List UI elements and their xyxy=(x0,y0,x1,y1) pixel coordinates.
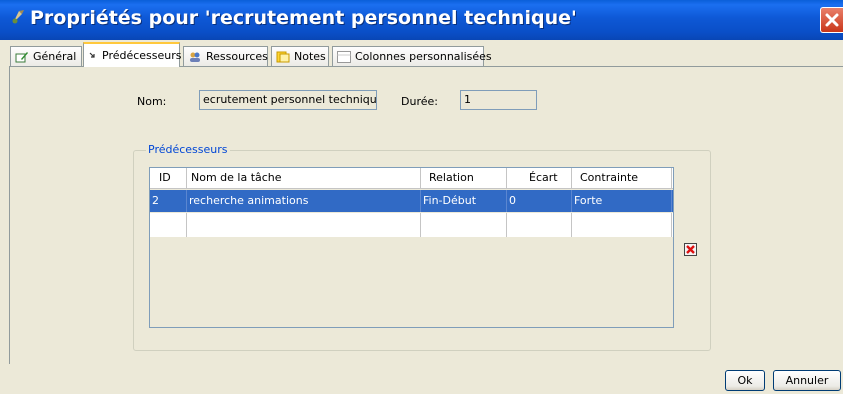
tab-label: Notes xyxy=(294,50,326,63)
close-button[interactable] xyxy=(820,7,843,33)
column-header-constraint[interactable]: Contrainte xyxy=(572,168,672,188)
column-header-id[interactable]: ID xyxy=(150,168,187,188)
cancel-button[interactable]: Annuler xyxy=(773,370,841,391)
tab-label: Prédécesseurs xyxy=(102,49,182,62)
duration-label: Durée: xyxy=(401,95,438,108)
columns-icon xyxy=(337,50,351,63)
tab-label: Ressources xyxy=(206,50,268,63)
cell-id[interactable] xyxy=(150,213,187,237)
column-header-gap[interactable]: Écart xyxy=(507,168,572,188)
close-icon xyxy=(825,13,839,27)
column-header-task-name[interactable]: Nom de la tâche xyxy=(187,168,421,188)
tab-predecessors[interactable]: Prédécesseurs xyxy=(83,42,182,67)
predecessors-group-title: Prédécesseurs xyxy=(146,143,230,156)
tab-resources[interactable]: Ressources xyxy=(183,46,268,66)
cell-relation[interactable] xyxy=(421,213,507,237)
delete-predecessor-button[interactable] xyxy=(684,243,697,256)
window-title: Propriétés pour 'recrutement personnel t… xyxy=(30,7,577,29)
cell-relation[interactable]: Fin-Début xyxy=(421,190,507,212)
table-row[interactable]: 2 recherche animations Fin-Début 0 Forte xyxy=(150,190,673,212)
cell-id[interactable]: 2 xyxy=(150,190,187,212)
ok-button[interactable]: Ok xyxy=(725,370,765,391)
tab-label: Général xyxy=(33,50,77,63)
predecessor-arrow-icon xyxy=(88,50,98,62)
cell-task-name[interactable] xyxy=(187,213,421,237)
tab-custom-columns[interactable]: Colonnes personnalisées xyxy=(332,46,492,66)
notes-icon xyxy=(276,51,290,63)
duration-field[interactable]: 1 xyxy=(460,90,537,110)
table-header: ID Nom de la tâche Relation Écart Contra… xyxy=(150,168,673,189)
cell-gap[interactable] xyxy=(507,213,572,237)
resources-icon xyxy=(188,51,202,63)
name-label: Nom: xyxy=(137,95,167,108)
title-bar: Propriétés pour 'recrutement personnel t… xyxy=(0,0,843,40)
column-header-relation[interactable]: Relation xyxy=(421,168,507,188)
delete-icon xyxy=(684,243,697,256)
cell-task-name[interactable]: recherche animations xyxy=(187,190,421,212)
cell-constraint[interactable] xyxy=(572,213,672,237)
cell-constraint[interactable]: Forte xyxy=(572,190,672,212)
tab-label: Colonnes personnalisées xyxy=(355,50,492,63)
predecessors-table[interactable]: ID Nom de la tâche Relation Écart Contra… xyxy=(149,167,674,328)
edit-icon xyxy=(15,51,29,63)
cell-gap[interactable]: 0 xyxy=(507,190,572,212)
tab-notes[interactable]: Notes xyxy=(271,46,329,66)
table-row-empty[interactable] xyxy=(150,213,673,237)
name-field[interactable]: ecrutement personnel technique xyxy=(199,90,377,110)
tab-general[interactable]: Général xyxy=(10,46,82,66)
app-icon xyxy=(12,10,24,24)
